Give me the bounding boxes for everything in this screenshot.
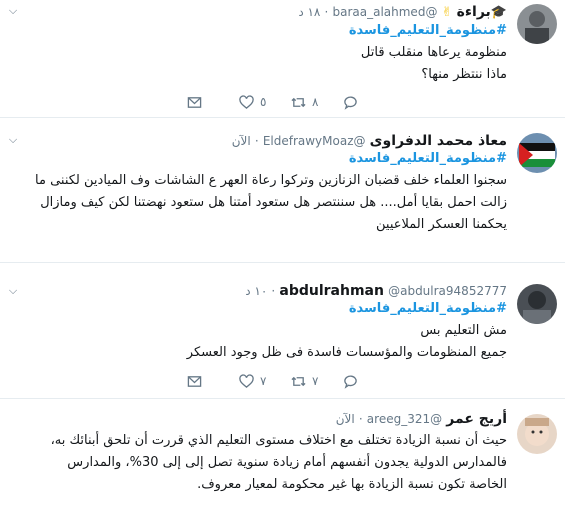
avatar-baraa[interactable] [517, 4, 557, 44]
avatar-areeg[interactable] [517, 414, 557, 454]
reply-icon [344, 96, 357, 110]
tweet-line: منظومة يرعاها منقلب قاتل [360, 45, 507, 60]
retweet-icon [291, 376, 306, 386]
timestamp[interactable]: الآن [336, 412, 355, 426]
graduation-cap-icon: 🎓 [490, 5, 507, 20]
timestamp[interactable]: الآن [232, 134, 251, 148]
caret-down-icon[interactable]: ⌵ [6, 4, 20, 18]
tweet-3[interactable]: ⌵ abdulrahman @abdulra94852777 · ١٠ د #م… [0, 264, 565, 399]
separator-dot: · [358, 412, 363, 426]
caret-down-icon[interactable]: ⌵ [6, 133, 20, 147]
avatar-moaz[interactable] [517, 133, 557, 173]
retweet-count: ٧ [312, 374, 319, 388]
display-name[interactable]: أريج عمر [446, 411, 507, 427]
hashtag-link[interactable]: #منظومة_التعليم_فاسدة [10, 20, 507, 42]
tweet-2[interactable]: ⌵ معاذ محمد الدفراوى @EldefrawyMoaz · ال… [0, 119, 565, 263]
dm-button[interactable] [187, 374, 239, 389]
like-button[interactable]: ٥ [239, 94, 291, 110]
tweet-line: جميع المنظومات والمؤسسات فاسدة فى ظل وجو… [186, 345, 507, 360]
tweet-text: #منظومة_التعليم_فاسدة سجنوا العلماء خلف … [10, 148, 507, 236]
tweet-line: ماذا ننتظر منها؟ [421, 67, 507, 82]
reply-button[interactable] [343, 95, 395, 110]
reply-icon [344, 375, 357, 389]
tweet-line: زالت احمل بقايا أمل.... هل سننتصر هل ستع… [40, 195, 507, 210]
tweet-line: فالمدارس الدولية يجدون أنفسهم أمام زيادة… [67, 455, 507, 470]
display-name[interactable]: براءة [457, 4, 491, 20]
victory-hand-icon: ✌ [441, 5, 453, 20]
tweet-1[interactable]: ⌵ 🎓براءة ✌ @baraa_alahmed · ١٨ د #منظومة… [0, 0, 565, 118]
like-count: ٥ [260, 95, 267, 109]
dm-icon [187, 375, 202, 387]
retweet-icon [291, 97, 306, 107]
reply-button[interactable] [343, 374, 395, 389]
caret-down-icon[interactable]: ⌵ [6, 284, 20, 298]
timestamp[interactable]: ١٨ د [298, 5, 320, 19]
user-handle[interactable]: @areeg_321 [367, 412, 442, 426]
dm-button[interactable] [187, 95, 239, 110]
tweet-line: سجنوا العلماء خلف قضبان الزنازين وتركوا … [35, 173, 507, 188]
tweet-actions: ٥ ٨ [187, 94, 395, 110]
like-icon [239, 373, 254, 388]
hashtag-link[interactable]: #منظومة_التعليم_فاسدة [10, 148, 507, 170]
tweet-line: يحكمنا العسكر الملاعيين [376, 217, 507, 232]
tweet-actions: ٧ ٧ [187, 373, 395, 389]
like-count: ٧ [260, 374, 267, 388]
dm-icon [187, 96, 202, 108]
separator-dot: · [271, 284, 276, 298]
display-name[interactable]: abdulrahman [279, 283, 384, 299]
retweet-button[interactable]: ٧ [291, 374, 343, 389]
tweet-text: #منظومة_التعليم_فاسدة منظومة يرعاها منقل… [10, 20, 507, 86]
hashtag-link[interactable]: #منظومة_التعليم_فاسدة [10, 298, 507, 320]
tweet-text: حيث أن نسبة الزيادة تختلف مع اختلاف مستو… [10, 430, 507, 496]
like-button[interactable]: ٧ [239, 373, 291, 389]
tweet-line: حيث أن نسبة الزيادة تختلف مع اختلاف مستو… [50, 433, 507, 448]
tweet-header: 🎓براءة ✌ @baraa_alahmed · ١٨ د [298, 3, 507, 21]
like-icon [239, 94, 254, 109]
user-handle[interactable]: @abdulra94852777 [388, 284, 507, 298]
separator-dot: · [324, 5, 329, 19]
tweet-text: #منظومة_التعليم_فاسدة مش التعليم بس جميع… [10, 298, 507, 364]
retweet-count: ٨ [312, 95, 319, 109]
tweet-header: أريج عمر @areeg_321 · الآن [336, 410, 507, 428]
tweet-line: الخاصة تكون نسبة الزيادة بها غير محكومة … [197, 477, 507, 492]
timestamp[interactable]: ١٠ د [245, 284, 267, 298]
tweet-4[interactable]: أريج عمر @areeg_321 · الآن حيث أن نسبة ا… [0, 400, 565, 506]
user-handle[interactable]: @EldefrawyMoaz [263, 134, 366, 148]
retweet-button[interactable]: ٨ [291, 95, 343, 110]
separator-dot: · [254, 134, 259, 148]
user-handle[interactable]: @baraa_alahmed [332, 5, 437, 19]
avatar-abdulrahman[interactable] [517, 284, 557, 324]
display-name[interactable]: معاذ محمد الدفراوى [370, 133, 507, 149]
tweet-line: مش التعليم بس [420, 323, 507, 338]
